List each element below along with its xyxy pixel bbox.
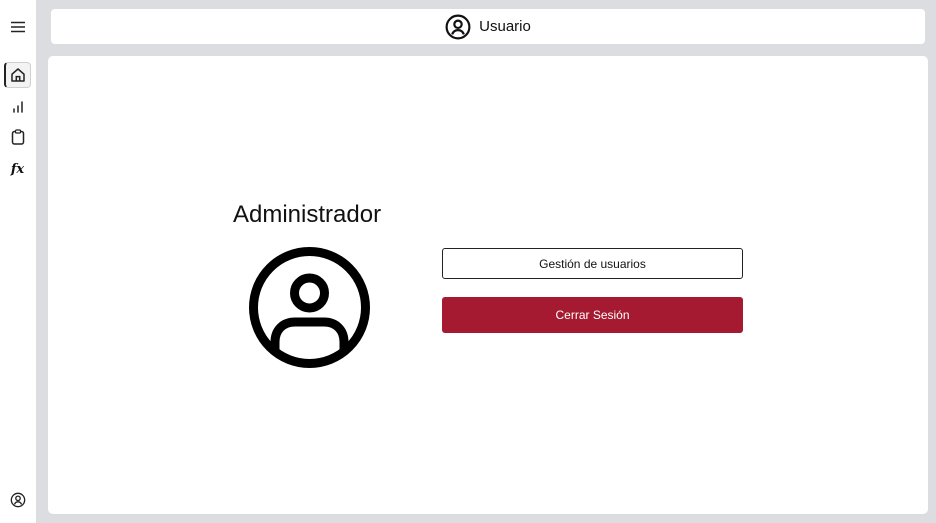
manage-users-button[interactable]: Gestión de usuarios <box>442 248 743 279</box>
user-profile-button[interactable] <box>4 487 31 513</box>
header-title: Usuario <box>479 18 531 35</box>
sidebar-item-home[interactable] <box>4 62 31 88</box>
function-icon: fx <box>10 161 25 177</box>
user-circle-icon <box>10 492 25 508</box>
hamburger-menu-icon <box>10 21 25 33</box>
user-circle-icon <box>445 14 471 39</box>
home-icon <box>11 68 25 82</box>
main-panel: Administrador Gestión de usuarios Cerrar… <box>48 56 928 514</box>
role-title: Administrador <box>233 201 382 228</box>
bar-chart-icon <box>12 101 23 113</box>
logout-button[interactable]: Cerrar Sesión <box>442 297 743 333</box>
sidebar-item-charts[interactable] <box>4 94 31 120</box>
top-header: Usuario <box>51 9 925 44</box>
user-circle-icon <box>249 247 370 368</box>
sidebar-item-functions[interactable]: fx <box>4 156 31 182</box>
sidebar: fx <box>0 0 36 523</box>
menu-toggle-button[interactable] <box>4 14 31 40</box>
clipboard-icon <box>11 129 24 145</box>
sidebar-item-clipboard[interactable] <box>4 124 31 150</box>
